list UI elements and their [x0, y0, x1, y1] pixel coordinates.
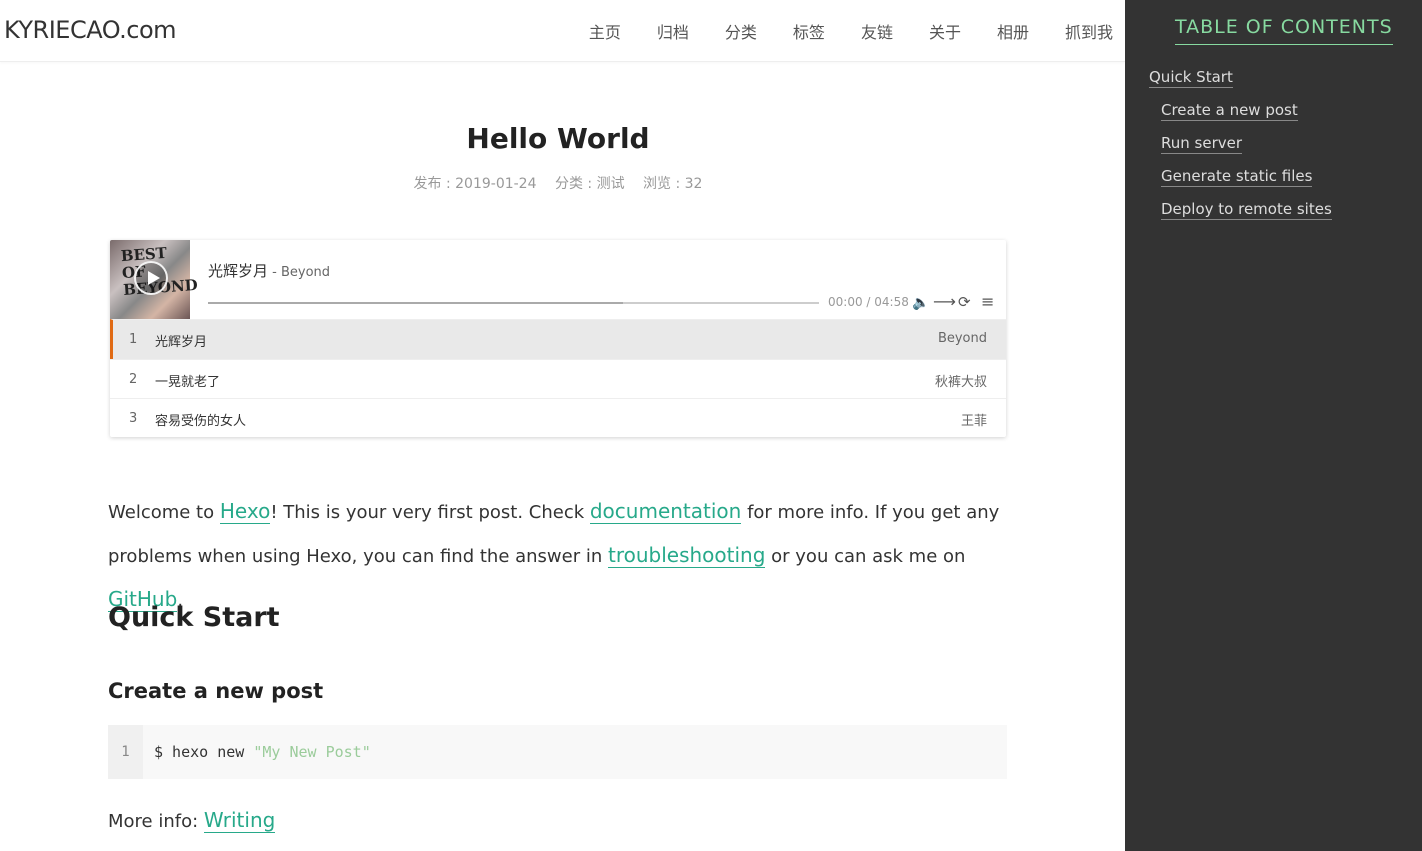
text: Welcome to: [108, 502, 220, 523]
toc-item: Quick Start: [1149, 68, 1332, 101]
playlist: 1 光辉岁月 Beyond 2 一晃就老了 秋裤大叔 3 容易受伤的女人 王菲: [110, 319, 1006, 437]
nav-catch-me[interactable]: 抓到我: [1065, 19, 1113, 43]
track-artist: 秋裤大叔: [934, 374, 987, 390]
menu-icon[interactable]: ≡: [981, 292, 994, 311]
nav-album[interactable]: 相册: [997, 19, 1029, 43]
track-name: 光辉岁月: [155, 335, 208, 350]
progress-fill: [208, 302, 624, 304]
now-playing: 光辉岁月 - Beyond: [208, 260, 330, 281]
code-line-number: 1: [108, 725, 143, 779]
post-meta: 发布 : 2019-01-24 分类 : 测试 浏览 : 32: [108, 173, 1008, 193]
post-views: 浏览 : 32: [643, 176, 703, 192]
toc-link-quick-start[interactable]: Quick Start: [1149, 68, 1233, 88]
track-number: 1: [129, 332, 138, 347]
nav-friends[interactable]: 友链: [861, 19, 893, 43]
nav-home[interactable]: 主页: [589, 19, 621, 43]
code-string: "My New Post": [253, 743, 371, 761]
toc-list: Quick Start Create a new post Run server…: [1149, 68, 1332, 233]
heading-quick-start: Quick Start: [108, 602, 280, 633]
loop-icon[interactable]: ⟳: [958, 293, 971, 311]
link-hexo[interactable]: Hexo: [219, 499, 271, 524]
nav-archive[interactable]: 归档: [657, 19, 689, 43]
toc-link-run-server[interactable]: Run server: [1161, 134, 1243, 154]
toc-item: Run server: [1149, 134, 1332, 167]
code-block: 1 $ hexo new "My New Post": [108, 725, 1007, 779]
code-command: $ hexo new: [154, 743, 254, 761]
post-title: Hello World: [466, 122, 650, 155]
link-documentation[interactable]: documentation: [589, 499, 742, 524]
track-number: 3: [129, 411, 138, 426]
more-label: More info:: [108, 811, 204, 832]
toc-sidebar: TABLE OF CONTENTS Quick Start Create a n…: [1125, 0, 1422, 851]
toc-title: TABLE OF CONTENTS: [1175, 16, 1393, 45]
site-header: KYRIECAO.com 主页 归档 分类 标签 友链 关于 相册 抓到我: [0, 0, 1125, 62]
text: or you can ask me on: [765, 546, 966, 567]
toc-item: Generate static files: [1149, 167, 1332, 200]
track-artist: Beyond: [937, 331, 987, 346]
heading-create-post: Create a new post: [108, 679, 324, 703]
code-line: $ hexo new "My New Post": [154, 725, 371, 779]
toc-item: Deploy to remote sites: [1149, 200, 1332, 233]
nav-categories[interactable]: 分类: [725, 19, 757, 43]
album-cover: BEST OF BEYOND: [110, 240, 198, 319]
link-troubleshooting[interactable]: troubleshooting: [607, 543, 766, 568]
site-logo[interactable]: KYRIECAO.com: [4, 16, 177, 44]
toc-link-generate[interactable]: Generate static files: [1161, 167, 1313, 187]
music-player: BEST OF BEYOND 光辉岁月 - Beyond 00:00 / 04:…: [110, 240, 1006, 437]
post-date: 发布 : 2019-01-24: [413, 176, 537, 192]
playlist-item[interactable]: 1 光辉岁月 Beyond: [110, 319, 1006, 359]
order-icon[interactable]: ⟶: [933, 292, 956, 311]
more-info: More info: Writing: [108, 808, 276, 833]
volume-icon[interactable]: 🔈: [912, 295, 929, 311]
playlist-item[interactable]: 2 一晃就老了 秋裤大叔: [110, 358, 1006, 399]
progress-bar[interactable]: [208, 302, 819, 304]
nav-tags[interactable]: 标签: [793, 19, 825, 43]
time-display: 00:00 / 04:58: [828, 295, 909, 309]
toc-link-create-post[interactable]: Create a new post: [1161, 101, 1298, 121]
toc-item: Create a new post: [1149, 101, 1332, 134]
track-number: 2: [129, 371, 138, 387]
link-writing[interactable]: Writing: [203, 808, 276, 833]
track-name: 容易受伤的女人: [155, 414, 247, 429]
track-name: 一晃就老了: [155, 374, 221, 390]
text: ! This is your very first post. Check: [270, 502, 590, 523]
toc-link-deploy[interactable]: Deploy to remote sites: [1161, 200, 1332, 220]
main-nav: 主页 归档 分类 标签 友链 关于 相册 抓到我: [553, 0, 1113, 62]
song-name: 光辉岁月: [208, 262, 269, 280]
song-artist: - Beyond: [268, 265, 331, 280]
post-category: 分类 : 测试: [554, 176, 625, 192]
track-artist: 王菲: [960, 414, 987, 429]
play-icon[interactable]: [134, 261, 168, 295]
nav-about[interactable]: 关于: [929, 19, 961, 43]
playlist-item[interactable]: 3 容易受伤的女人 王菲: [110, 398, 1006, 437]
